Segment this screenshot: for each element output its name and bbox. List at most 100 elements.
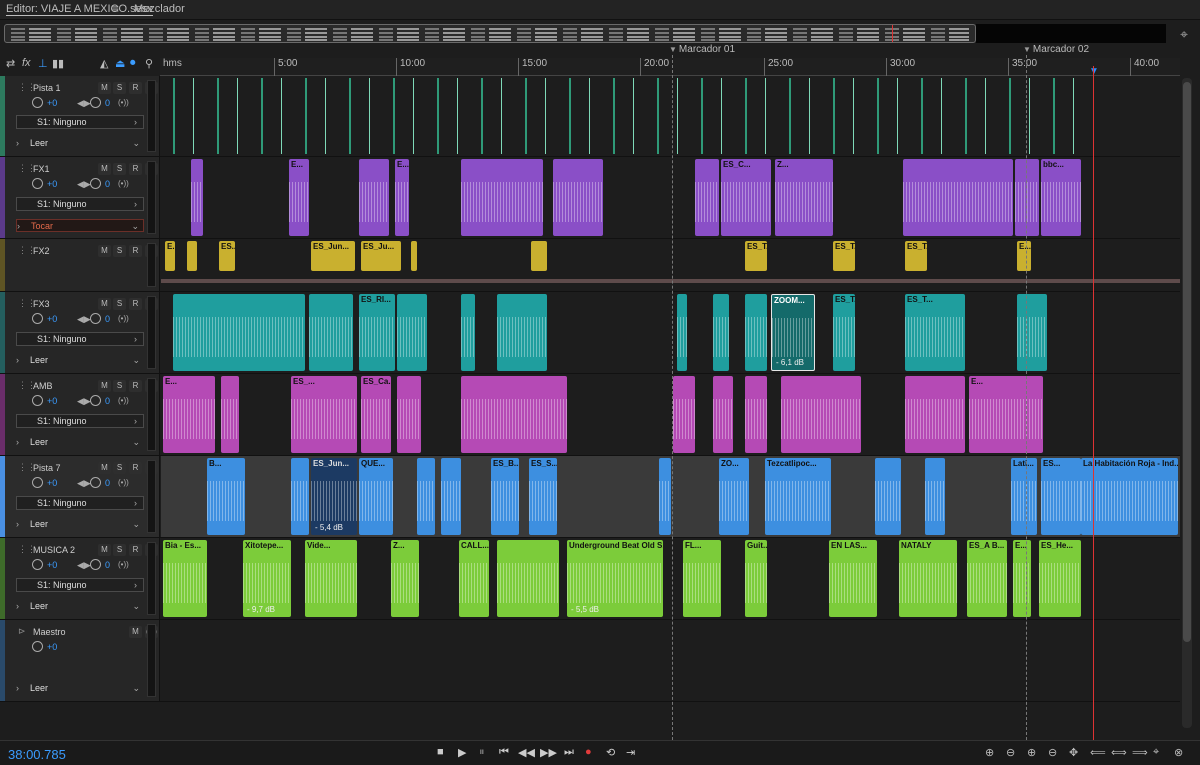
audio-clip[interactable]: EN LAS... [829, 540, 877, 617]
track-lane[interactable]: E... ES... ES_Jun... ES_Ju... ES_T... ES… [161, 239, 1180, 291]
audio-clip[interactable]: ES_T... [745, 241, 767, 271]
audio-clip[interactable]: ES_T... [833, 294, 855, 371]
audio-clip[interactable] [461, 376, 567, 453]
audio-clip[interactable]: ES... [219, 241, 235, 271]
zoom-out-amplitude-icon[interactable]: ⊖ [1006, 746, 1015, 759]
pan-value[interactable]: 0 [105, 314, 110, 324]
zoom-out-point-icon[interactable]: ⟹ [1132, 746, 1148, 759]
marker-01[interactable]: ▼ Marcador 01 [669, 44, 735, 55]
audio-clip[interactable] [397, 376, 421, 453]
zoom-in-point-icon[interactable]: ⟸ [1090, 746, 1106, 759]
audio-clip[interactable] [461, 159, 543, 236]
audio-clip[interactable]: ES_... [291, 376, 357, 453]
arm-button[interactable]: R [129, 82, 142, 94]
audio-clip[interactable]: FL... [683, 540, 721, 617]
volume-knob[interactable] [32, 641, 43, 652]
automation-mode-select[interactable]: › Leer ⌄ [16, 518, 144, 531]
solo-button[interactable]: S [113, 82, 126, 94]
audio-clip[interactable]: CALL... [459, 540, 489, 617]
go-to-start-button[interactable]: ⏮ [499, 746, 509, 759]
mute-button[interactable]: M [98, 462, 111, 474]
audio-clip-selected[interactable]: ZOOM... - 6,1 dB [771, 294, 815, 371]
audio-clip[interactable]: Tezcatlipoc... [765, 458, 831, 535]
time-display[interactable]: 38:00.785 [8, 747, 66, 762]
volume-value[interactable]: +0 [47, 396, 57, 406]
volume-value[interactable]: +0 [47, 314, 57, 324]
audio-clip[interactable]: ES_T... [905, 241, 927, 271]
volume-knob[interactable] [32, 559, 43, 570]
audio-clip[interactable]: ES_Jun... [311, 241, 355, 271]
audio-clip[interactable]: ES_He... [1039, 540, 1081, 617]
audio-clip[interactable] [745, 294, 767, 371]
scrollbar-thumb[interactable] [1183, 82, 1191, 642]
stereo-icon[interactable]: (•)) [118, 478, 129, 487]
automation-mode-select[interactable]: › Leer ⌄ [16, 137, 144, 150]
tab-editor[interactable]: Editor: VIAJE A MEXICO.sesx [6, 3, 153, 16]
audio-clip[interactable]: ES_Ca... [361, 376, 391, 453]
audio-clip[interactable] [695, 159, 719, 236]
stereo-icon[interactable]: (•)) [118, 396, 129, 405]
mute-button[interactable]: M [98, 82, 111, 94]
arm-button[interactable]: R [129, 462, 142, 474]
solo-button[interactable]: S [113, 298, 126, 310]
audio-clip[interactable]: ES_A B... [967, 540, 1007, 617]
audio-clip[interactable]: Lati... [1011, 458, 1037, 535]
volume-value[interactable]: +0 [47, 478, 57, 488]
session-overview[interactable] [4, 24, 976, 43]
audio-clip[interactable] [875, 458, 901, 535]
track-name[interactable]: FX1 [33, 164, 50, 174]
audio-clip[interactable] [187, 241, 197, 271]
audio-clip[interactable]: Xitotepe... - 9,7 dB [243, 540, 291, 617]
audio-clip[interactable]: E... [1013, 540, 1031, 617]
audio-clip[interactable]: ES_T... [833, 241, 855, 271]
stereo-icon[interactable]: (•)) [118, 314, 129, 323]
pan-value[interactable]: 0 [105, 98, 110, 108]
audio-clip[interactable] [359, 159, 389, 236]
audio-clip[interactable] [291, 458, 309, 535]
audio-clip[interactable] [1017, 294, 1047, 371]
solo-button[interactable]: S [113, 380, 126, 392]
mute-button[interactable]: M [98, 380, 111, 392]
audio-clip[interactable] [163, 78, 1093, 154]
zoom-reset-icon[interactable]: ⊗ [1174, 746, 1183, 759]
zoom-full-icon[interactable]: ⌖ [1180, 26, 1188, 43]
audio-clip[interactable]: ES_Ju... [361, 241, 401, 271]
track-name[interactable]: FX2 [33, 246, 50, 256]
automation-mode-select[interactable]: › Leer ⌄ [16, 354, 144, 367]
skip-selection-button[interactable]: ⇥ [626, 746, 635, 759]
audio-clip[interactable] [497, 294, 547, 371]
audio-clip[interactable] [411, 241, 417, 271]
mute-button[interactable]: M [98, 163, 111, 175]
audio-clip[interactable] [673, 376, 695, 453]
audio-clip[interactable] [441, 458, 461, 535]
output-select[interactable]: S1: Ninguno › [16, 414, 144, 428]
audio-clip[interactable]: E... [969, 376, 1043, 453]
audio-clip[interactable]: Bia - Es... [163, 540, 207, 617]
pan-value[interactable]: 0 [105, 560, 110, 570]
pan-knob[interactable] [90, 97, 101, 108]
output-icon[interactable]: ⏺ [130, 57, 136, 70]
arm-button[interactable]: R [129, 544, 142, 556]
volume-value[interactable]: +0 [47, 642, 57, 652]
automation-mode-select[interactable]: › Leer ⌄ [16, 600, 144, 613]
swap-icon[interactable]: ⇄ [6, 57, 15, 70]
solo-button[interactable]: S [113, 163, 126, 175]
audio-clip[interactable]: ES_RI... [359, 294, 395, 371]
solo-button[interactable]: S [113, 462, 126, 474]
track-name[interactable]: Maestro [33, 627, 66, 637]
pan-value[interactable]: 0 [105, 478, 110, 488]
audio-clip[interactable] [553, 159, 603, 236]
play-button[interactable]: ▶ [458, 746, 466, 759]
audio-clip[interactable] [173, 294, 305, 371]
volume-knob[interactable] [32, 313, 43, 324]
arm-button[interactable]: R [129, 380, 142, 392]
audio-clip[interactable]: Guit... [745, 540, 767, 617]
output-select[interactable]: S1: Ninguno › [16, 197, 144, 211]
record-button[interactable]: ● [585, 746, 592, 758]
volume-knob[interactable] [32, 97, 43, 108]
automation-mode-select[interactable]: › Tocar ⌄ [16, 219, 144, 232]
track-lane[interactable]: Bia - Es... Xitotepe... - 9,7 dB Vide... … [161, 538, 1180, 619]
pan-knob[interactable] [90, 477, 101, 488]
zoom-in-amplitude-icon[interactable]: ⊕ [985, 746, 994, 759]
audio-clip[interactable] [925, 458, 945, 535]
